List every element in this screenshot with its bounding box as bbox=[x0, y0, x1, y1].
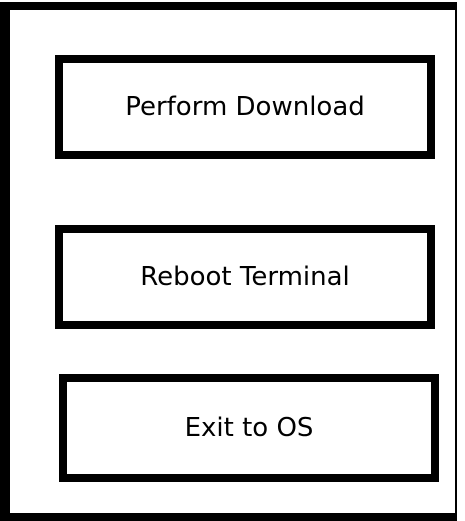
reboot-terminal-button[interactable]: Reboot Terminal bbox=[55, 225, 435, 329]
exit-to-os-button[interactable]: Exit to OS bbox=[59, 374, 439, 482]
perform-download-label: Perform Download bbox=[125, 92, 365, 122]
exit-to-os-label: Exit to OS bbox=[184, 413, 314, 443]
window-right-edge bbox=[455, 2, 465, 521]
reboot-terminal-label: Reboot Terminal bbox=[140, 262, 350, 292]
perform-download-button[interactable]: Perform Download bbox=[55, 55, 435, 159]
